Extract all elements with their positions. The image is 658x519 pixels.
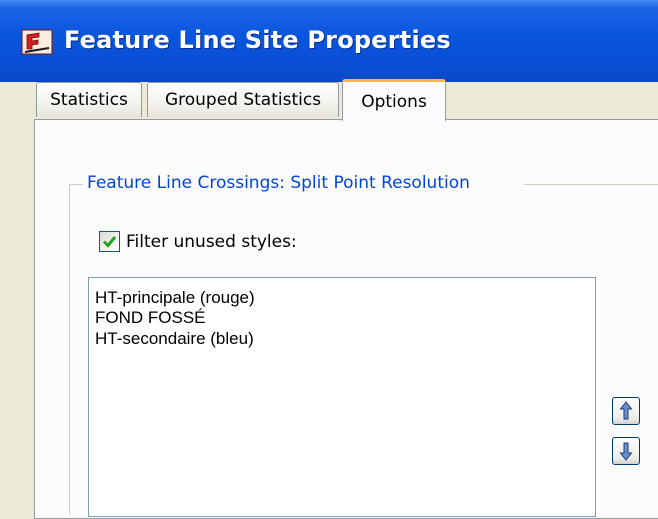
tab-options-label: Options bbox=[361, 91, 427, 112]
filter-unused-styles-label[interactable]: Filter unused styles: bbox=[126, 232, 297, 252]
groupbox-border-top-left bbox=[69, 184, 83, 185]
title-bar[interactable]: Feature Line Site Properties bbox=[0, 0, 658, 82]
arrow-down-icon bbox=[619, 442, 633, 461]
groupbox-border bbox=[69, 184, 70, 514]
tab-statistics-label: Statistics bbox=[50, 90, 128, 110]
app-icon bbox=[21, 29, 53, 55]
arrow-up-icon bbox=[619, 401, 633, 420]
tab-statistics[interactable]: Statistics bbox=[36, 82, 142, 117]
list-item[interactable]: HT-principale (rouge) bbox=[95, 288, 255, 308]
tab-grouped-statistics[interactable]: Grouped Statistics bbox=[147, 82, 339, 117]
move-down-button[interactable] bbox=[612, 437, 640, 465]
tab-grouped-statistics-label: Grouped Statistics bbox=[164, 90, 322, 110]
groupbox-title: Feature Line Crossings: Split Point Reso… bbox=[84, 173, 473, 193]
window-title: Feature Line Site Properties bbox=[64, 26, 451, 54]
groupbox-border-top-right bbox=[524, 184, 658, 185]
styles-listbox[interactable]: HT-principale (rouge) FOND FOSSÉ HT-seco… bbox=[88, 277, 596, 517]
tab-options[interactable]: Options bbox=[342, 79, 446, 121]
list-item[interactable]: FOND FOSSÉ bbox=[95, 308, 206, 328]
move-up-button[interactable] bbox=[612, 397, 640, 425]
filter-unused-styles-checkbox[interactable] bbox=[99, 231, 120, 252]
checkmark-icon bbox=[102, 236, 117, 248]
list-item[interactable]: HT-secondaire (bleu) bbox=[95, 329, 254, 349]
